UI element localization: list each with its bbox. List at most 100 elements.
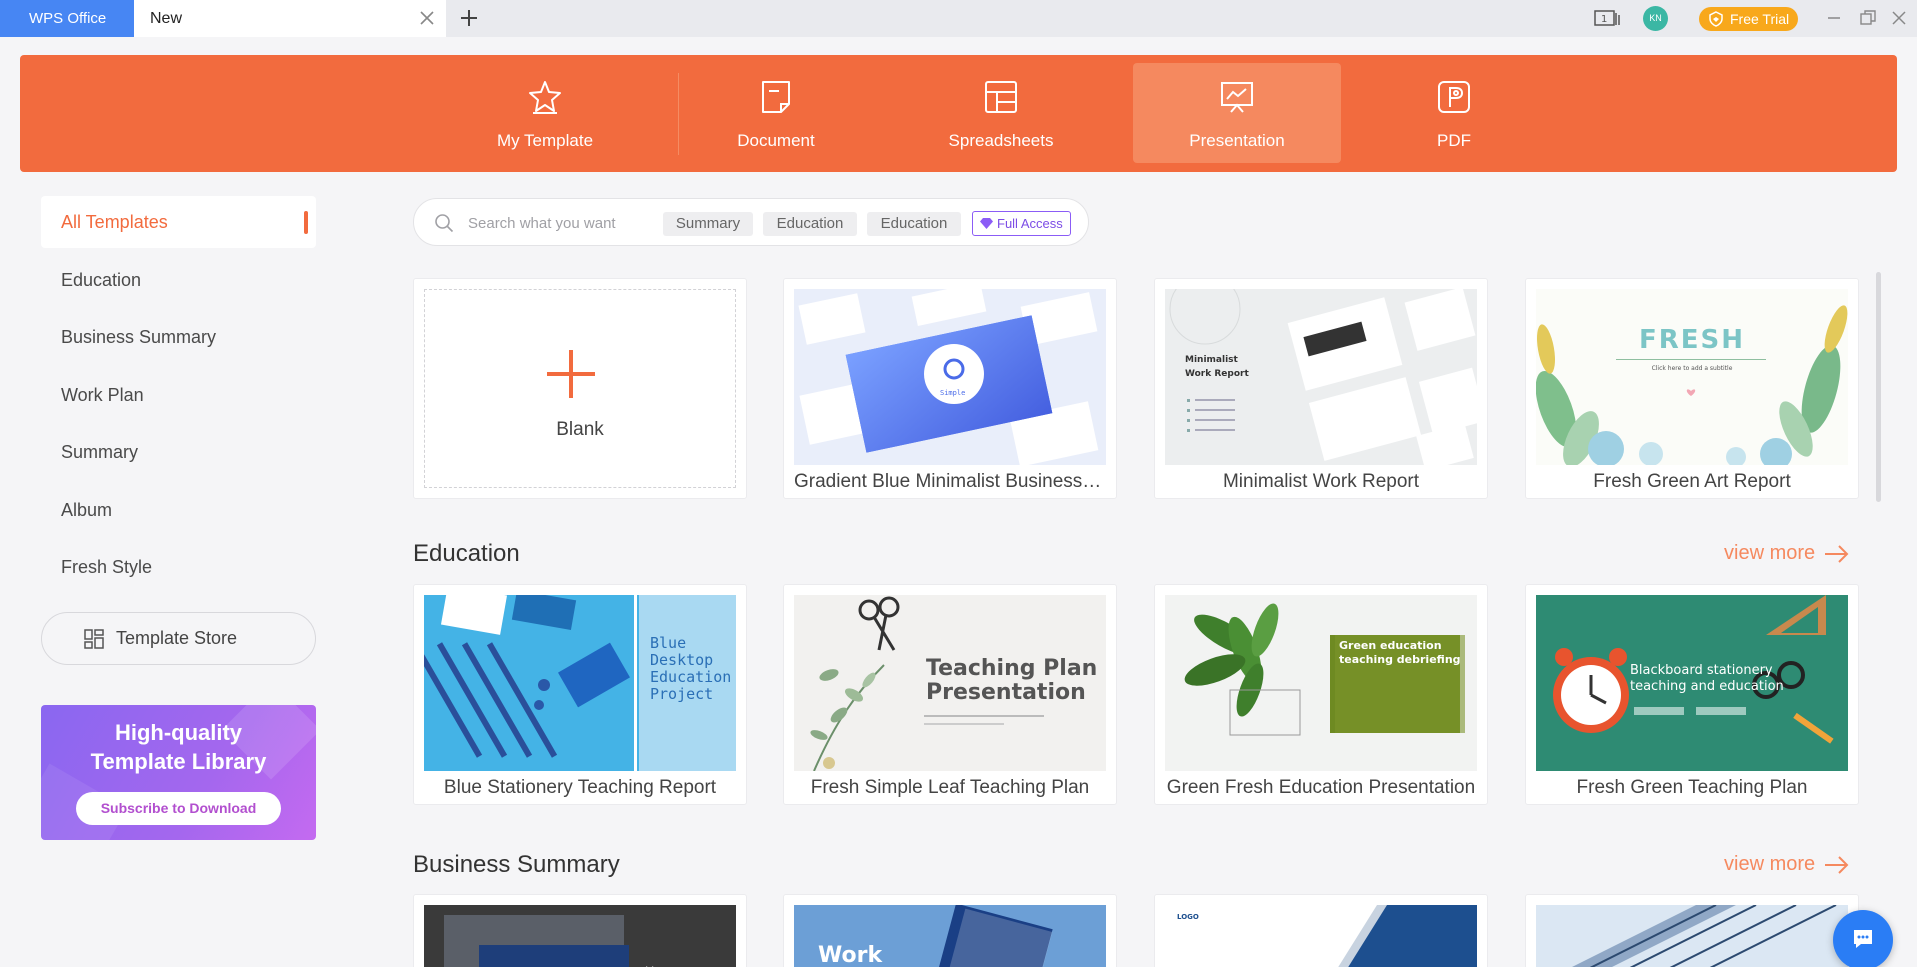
thumbnail-art — [1165, 595, 1477, 771]
app-tab-wps-office[interactable]: WPS Office — [0, 0, 134, 37]
active-indicator — [304, 211, 308, 234]
sidebar-item-album[interactable]: Album — [41, 484, 316, 536]
sidebar-item-fresh-style[interactable]: Fresh Style — [41, 541, 316, 593]
template-thumbnail: Teaching Plan Presentation — [794, 595, 1106, 771]
window-count-icon[interactable]: 1 — [1594, 8, 1620, 28]
template-title: Gradient Blue Minimalist Business T... — [794, 471, 1106, 492]
search-chip-summary[interactable]: Summary — [663, 212, 753, 236]
document-icon — [762, 81, 790, 113]
template-card-fresh-simple-leaf[interactable]: Teaching Plan Presentation Fresh Simple … — [783, 584, 1117, 805]
sidebar-item-summary[interactable]: Summary — [41, 426, 316, 478]
thumbnail-text: Teaching Plan Presentation — [926, 657, 1097, 705]
thumbnail-text: Work Report — [1185, 369, 1249, 379]
template-card-gradient-blue[interactable]: Simple Gradient Blue Minimalist Business… — [783, 278, 1117, 499]
thumbnail-text: Blue Desktop Education Project — [650, 635, 731, 703]
sidebar-item-business-summary[interactable]: Business Summary — [41, 311, 316, 363]
full-access-badge[interactable]: Full Access — [972, 211, 1071, 236]
tab-my-template-label: My Template — [496, 131, 594, 150]
svg-text:1: 1 — [1601, 14, 1607, 25]
tab-spreadsheets[interactable]: Spreadsheets — [897, 63, 1105, 163]
thumbnail-line: Project — [650, 685, 714, 703]
thumbnail-text: Simple — [940, 389, 966, 397]
subscribe-button[interactable]: Subscribe to Download — [76, 792, 281, 825]
template-thumbnail: Blue Desktop Education Project — [424, 595, 736, 771]
free-trial-label: Free Trial — [1730, 11, 1790, 27]
chat-bubble-icon — [1854, 930, 1872, 948]
restore-icon[interactable] — [1858, 8, 1878, 28]
add-tab-icon[interactable] — [458, 7, 480, 29]
view-more-education-link[interactable]: view more — [1724, 542, 1849, 565]
template-title: Blue Stationery Teaching Report — [443, 777, 717, 798]
template-card-green-fresh-education[interactable]: Green education teaching debriefing Gree… — [1154, 584, 1488, 805]
plus-icon — [547, 350, 595, 398]
tab-new[interactable]: New — [134, 0, 446, 37]
promo-line-1: High-quality — [114, 720, 243, 745]
template-title: Minimalist Work Report — [1222, 471, 1420, 492]
arrow-right-icon — [1825, 545, 1849, 563]
thumbnail-text: LOGO — [1177, 913, 1199, 921]
search-bar: Summary Education Education Full Access — [413, 198, 1089, 246]
thumbnail-line: Teaching Plan — [926, 656, 1098, 681]
blank-label: Blank — [556, 419, 604, 440]
template-title: Fresh Green Teaching Plan — [1576, 777, 1808, 798]
arrow-right-icon — [1825, 856, 1849, 874]
section-title-education: Education — [413, 540, 520, 567]
free-trial-button[interactable]: Free Trial — [1699, 7, 1798, 31]
thumbnail-line: Presentation — [926, 680, 1086, 705]
thumbnail-art — [1165, 905, 1477, 967]
view-more-label: view more — [1724, 542, 1816, 564]
template-card-business-3[interactable]: LOGO — [1154, 894, 1488, 967]
template-thumbnail — [424, 905, 736, 967]
tab-my-template[interactable]: My Template — [441, 63, 649, 163]
thumbnail-art — [424, 905, 736, 967]
tab-presentation[interactable]: Presentation — [1133, 63, 1341, 163]
minimize-icon[interactable] — [1824, 8, 1844, 28]
pdf-icon — [1438, 81, 1470, 113]
template-card-minimalist-work-report[interactable]: Minimalist Work Report Minimalist Work R… — [1154, 278, 1488, 499]
diamond-icon — [980, 218, 993, 229]
thumbnail-line: Desktop — [650, 651, 714, 669]
template-card-fresh-green-teaching-plan[interactable]: Blackboard stationery teaching and educa… — [1525, 584, 1859, 805]
thumbnail-art — [1536, 905, 1848, 967]
chat-support-button[interactable] — [1833, 910, 1893, 967]
template-thumbnail: FRESH Click here to add a subtitle — [1536, 289, 1848, 465]
sidebar-item-education[interactable]: Education — [41, 254, 316, 306]
sidebar-item-all-templates[interactable]: All Templates — [41, 196, 316, 248]
template-card-business-2[interactable]: Work — [783, 894, 1117, 967]
template-thumbnail: Minimalist Work Report — [1165, 289, 1477, 465]
search-icon — [435, 214, 454, 233]
thumbnail-art — [794, 289, 1106, 465]
promo-title: High-quality Template Library — [41, 718, 316, 776]
blank-template-card[interactable]: Blank — [413, 278, 747, 499]
promo-banner[interactable]: High-quality Template Library Subscribe … — [41, 705, 316, 840]
spreadsheet-icon — [985, 81, 1017, 113]
tab-pdf-label: PDF — [1437, 131, 1471, 150]
tab-document[interactable]: Document — [672, 63, 880, 163]
thumbnail-line: Blackboard stationery — [1630, 663, 1773, 678]
template-title: Green Fresh Education Presentation — [1166, 777, 1476, 798]
search-chip-education[interactable]: Education — [867, 212, 961, 236]
template-card-business-1[interactable] — [413, 894, 747, 967]
search-chip-education[interactable]: Education — [763, 212, 857, 236]
full-access-label: Full Access — [997, 216, 1063, 231]
section-title-business-summary: Business Summary — [413, 851, 620, 878]
template-thumbnail: Simple — [794, 289, 1106, 465]
template-card-blue-stationery[interactable]: Blue Desktop Education Project Blue Stat… — [413, 584, 747, 805]
close-icon[interactable] — [418, 9, 436, 27]
tab-presentation-label: Presentation — [1189, 131, 1285, 150]
close-window-icon[interactable] — [1889, 8, 1909, 28]
template-thumbnail: Work — [794, 905, 1106, 967]
avatar[interactable]: KN — [1643, 6, 1668, 31]
view-more-business-link[interactable]: view more — [1724, 853, 1849, 876]
sidebar-item-label: All Templates — [61, 212, 168, 232]
template-store-button[interactable]: Template Store — [41, 612, 316, 665]
template-card-business-4[interactable] — [1525, 894, 1859, 967]
thumbnail-text: Green education teaching debriefing — [1339, 639, 1461, 667]
search-input[interactable] — [468, 212, 648, 234]
template-card-fresh-green-art-report[interactable]: FRESH Click here to add a subtitle Fresh… — [1525, 278, 1859, 499]
sidebar-item-work-plan[interactable]: Work Plan — [41, 369, 316, 421]
scrollbar[interactable] — [1876, 272, 1881, 502]
tab-spreadsheets-label: Spreadsheets — [948, 131, 1054, 150]
thumbnail-text: Minimalist — [1185, 355, 1238, 365]
tab-pdf[interactable]: PDF — [1350, 63, 1558, 163]
